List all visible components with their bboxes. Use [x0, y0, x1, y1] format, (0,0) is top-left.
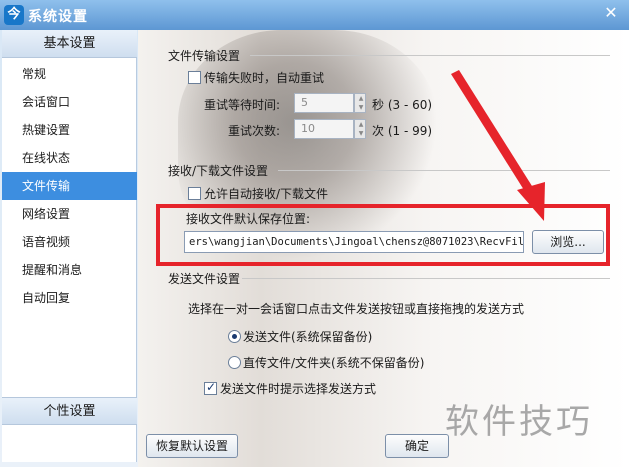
browse-button[interactable]: 浏览... — [532, 230, 604, 254]
sidebar-item-file-transfer[interactable]: 文件传输 — [2, 172, 137, 200]
section-title-transfer: 文件传输设置 — [168, 49, 241, 63]
retry-checkbox[interactable] — [188, 71, 201, 84]
restore-defaults-button[interactable]: 恢复默认设置 — [146, 434, 238, 458]
direct-transfer-radio[interactable] — [228, 356, 241, 369]
stepper-down-icon[interactable]: ▼ — [356, 103, 366, 112]
wait-time-label: 重试等待时间: — [204, 98, 281, 112]
prompt-send-mode-checkbox[interactable] — [204, 380, 217, 395]
wait-time-range: 秒 (3 - 60) — [372, 98, 433, 112]
save-path-field[interactable]: ers\wangjian\Documents\Jingoal\chensz@80… — [184, 231, 524, 253]
sidebar-item-network[interactable]: 网络设置 — [2, 200, 137, 228]
ok-button[interactable]: 确定 — [385, 434, 449, 458]
send-file-radio[interactable] — [228, 330, 241, 343]
section-title-receive: 接收/下载文件设置 — [168, 164, 269, 178]
sidebar-item-hotkeys[interactable]: 热键设置 — [2, 116, 137, 144]
retry-label: 传输失败时，自动重试 — [204, 71, 325, 85]
sidebar-item-voice-video[interactable]: 语音视频 — [2, 228, 137, 256]
auto-receive-checkbox[interactable] — [188, 187, 201, 200]
retry-count-stepper[interactable]: ▲ ▼ — [354, 119, 366, 139]
sidebar-item-general[interactable]: 常规 — [2, 60, 137, 88]
prompt-send-mode-label: 发送文件时提示选择发送方式 — [220, 382, 377, 396]
wait-time-stepper[interactable]: ▲ ▼ — [354, 93, 366, 113]
wait-time-input[interactable]: 5 — [294, 93, 354, 113]
auto-receive-label: 允许自动接收/下载文件 — [204, 187, 329, 201]
sidebar: 基本设置 常规 会话窗口 热键设置 在线状态 文件传输 网络设置 语音视频 提醒… — [2, 30, 137, 462]
sidebar-header-basic[interactable]: 基本设置 — [2, 30, 137, 58]
title-bar — [0, 0, 629, 30]
save-path-label: 接收文件默认保存位置: — [186, 212, 311, 226]
sidebar-item-online-status[interactable]: 在线状态 — [2, 144, 137, 172]
sidebar-footer-personal[interactable]: 个性设置 — [2, 397, 137, 425]
sidebar-item-reminders[interactable]: 提醒和消息 — [2, 256, 137, 284]
app-logo-icon: 今 — [4, 5, 24, 25]
retry-count-label: 重试次数: — [228, 124, 281, 138]
sidebar-item-auto-reply[interactable]: 自动回复 — [2, 284, 137, 312]
stepper-down-icon[interactable]: ▼ — [356, 129, 366, 138]
sidebar-item-chat-window[interactable]: 会话窗口 — [2, 88, 137, 116]
stepper-up-icon[interactable]: ▲ — [356, 94, 366, 103]
retry-count-range: 次 (1 - 99) — [372, 124, 433, 138]
window-title: 系统设置 — [28, 9, 88, 25]
watermark: 软件技巧 — [445, 402, 593, 442]
send-file-label: 发送文件(系统保留备份) — [243, 330, 373, 344]
section-title-send: 发送文件设置 — [168, 272, 241, 286]
send-mode-desc: 选择在一对一会话窗口点击文件发送按钮或直接拖拽的发送方式 — [188, 302, 525, 316]
divider — [278, 170, 610, 171]
stepper-up-icon[interactable]: ▲ — [356, 120, 366, 129]
retry-count-input[interactable]: 10 — [294, 119, 354, 139]
direct-transfer-label: 直传文件/文件夹(系统不保留备份) — [243, 356, 425, 370]
close-icon[interactable]: ✕ — [598, 2, 624, 24]
divider — [242, 278, 610, 279]
divider — [250, 55, 610, 56]
